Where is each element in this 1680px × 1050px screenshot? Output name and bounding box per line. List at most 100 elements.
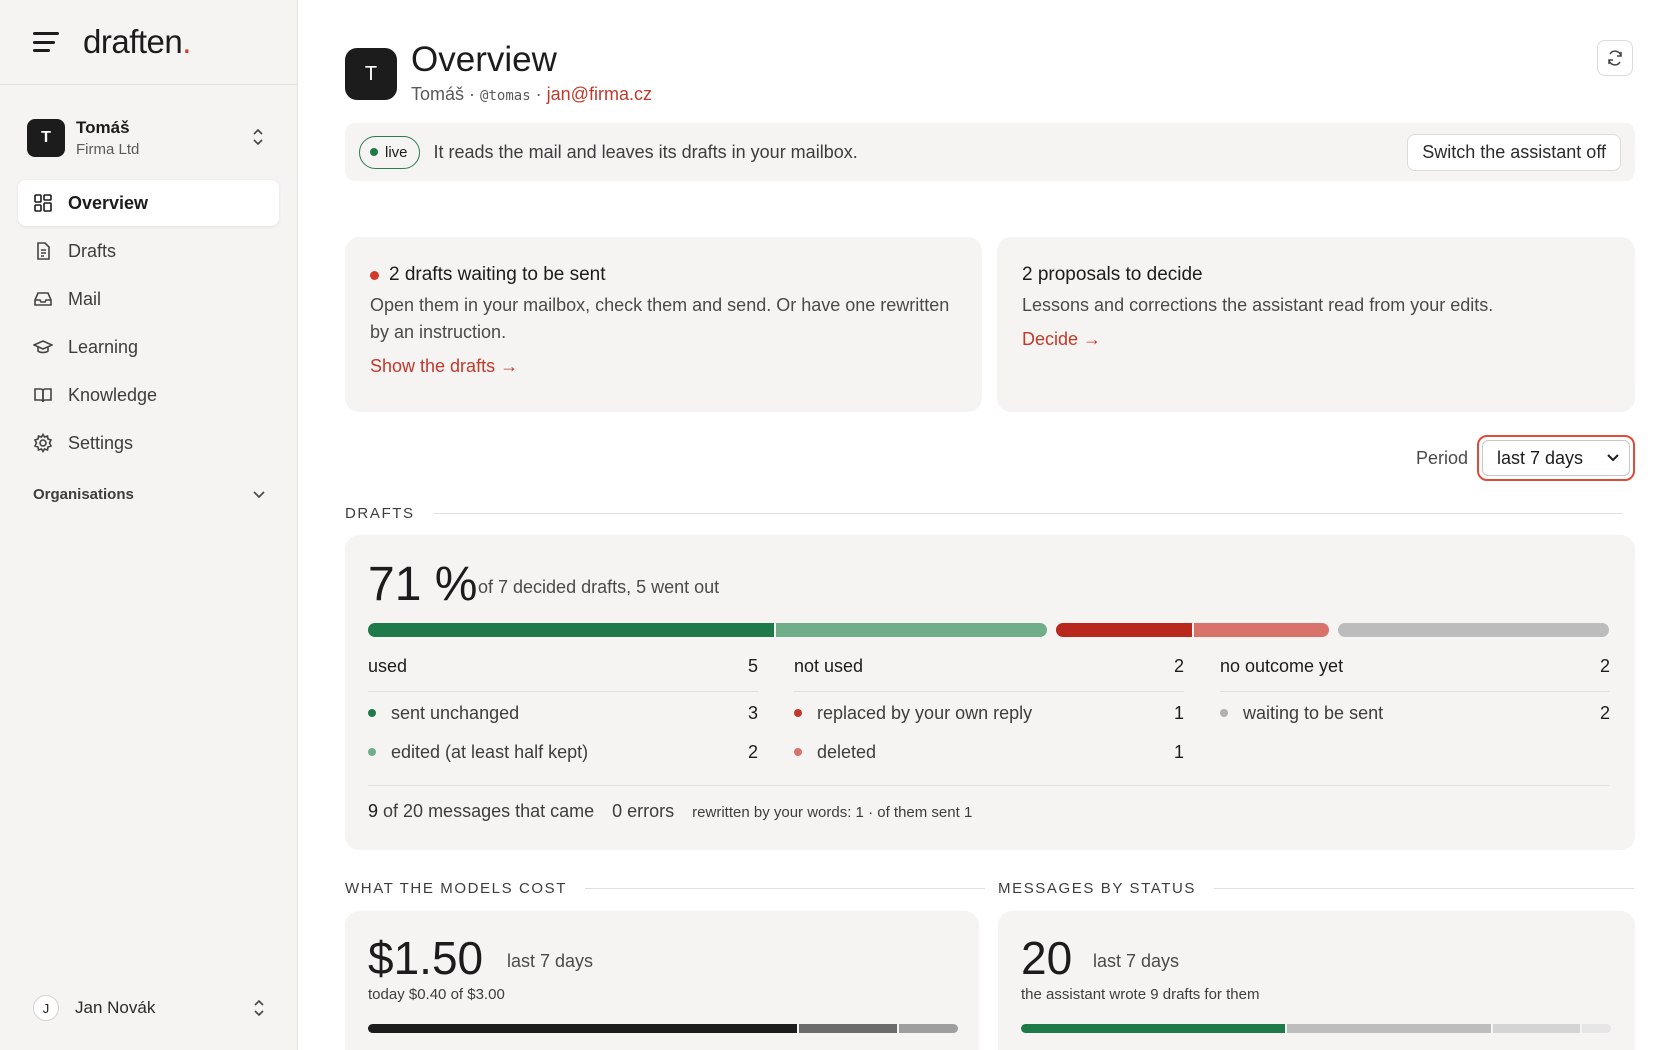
legend-dot [368, 709, 376, 717]
period-filter: Period last 7 days [1416, 435, 1635, 481]
sidebar-item-label: Knowledge [68, 384, 158, 405]
sidebar-item-mail[interactable]: Mail [18, 276, 279, 322]
cost-period: last 7 days [507, 951, 594, 971]
bar-segment [1021, 1024, 1285, 1033]
bar-segment [1493, 1024, 1580, 1033]
profile-email[interactable]: jan@firma.cz [547, 84, 652, 104]
sidebar-item-settings[interactable]: Settings [18, 420, 279, 466]
refresh-button[interactable] [1597, 40, 1633, 76]
brand-bar: draften. [0, 0, 297, 85]
sidebar-nav: Overview Drafts Mail Learning Knowledge … [18, 180, 279, 468]
bar-segment [368, 623, 775, 637]
column-header: used 5 [368, 656, 758, 692]
list-item: deleted 1 [794, 734, 1184, 770]
messages-period: last 7 days [1093, 951, 1180, 971]
column-not-used: not used 2 replaced by your own reply 1 de… [794, 656, 1184, 770]
period-label: Period [1415, 447, 1468, 468]
divider [368, 785, 1609, 786]
card-title: 2 proposals to decide [1022, 264, 1203, 285]
bar-segment [1056, 623, 1192, 637]
account-company: Firma Ltd [76, 140, 140, 158]
bar-segment [798, 1024, 897, 1033]
drafts-waiting-card: 2 drafts waiting to be sent Open them in… [345, 237, 982, 412]
section-label-status: MESSAGES BY STATUS [998, 880, 1635, 897]
inbox-icon [34, 292, 52, 306]
graduation-cap-icon [33, 340, 53, 354]
sidebar: draften. T Tomáš Firma Ltd Overview Draf… [0, 0, 298, 1050]
refresh-icon [1608, 50, 1622, 66]
rewritten-note: rewritten by your words: 1 · of them sen… [692, 804, 973, 821]
banner-text: It reads the mail and leaves its drafts … [433, 141, 858, 162]
drafts-footer: 9 of 20 messages that came 0 errors rewr… [368, 801, 972, 822]
menu-icon[interactable] [33, 32, 59, 52]
bar-segment [1193, 623, 1330, 637]
assistant-status-banner: live It reads the mail and leaves its dr… [345, 123, 1635, 181]
organisations-label: Organisations [33, 486, 134, 503]
bar-segment [1581, 1024, 1611, 1033]
drafts-outcome-bar [368, 623, 1609, 637]
sidebar-item-label: Settings [68, 432, 134, 453]
page-title: Overview [411, 40, 557, 79]
cost-value: $1.50 [368, 932, 484, 984]
user-avatar: J [33, 995, 59, 1021]
cost-bar [368, 1024, 958, 1033]
organisations-toggle[interactable]: Organisations [33, 486, 265, 503]
proposals-card: 2 proposals to decide Lessons and correc… [997, 237, 1635, 412]
user-menu[interactable]: J Jan Novák [33, 993, 265, 1023]
sidebar-item-drafts[interactable]: Drafts [18, 228, 279, 274]
bar-segment [776, 623, 1048, 637]
separator: · [535, 84, 542, 104]
messages-text: of 20 messages that came [383, 801, 595, 821]
period-select-highlight: last 7 days [1477, 435, 1635, 481]
decide-link[interactable]: Decide → [1022, 329, 1101, 350]
legend-dot [794, 748, 802, 756]
logo: draften. [83, 23, 191, 60]
column-no-outcome: no outcome yet 2 waiting to be sent 2 [1220, 656, 1610, 731]
sidebar-item-label: Overview [68, 192, 149, 213]
profile-handle: @tomas [480, 88, 531, 104]
errors-count: 0 errors [612, 801, 675, 821]
section-label-cost: WHAT THE MODELS COST [345, 880, 986, 897]
sidebar-item-knowledge[interactable]: Knowledge [18, 372, 279, 418]
chevron-down-icon [1607, 454, 1619, 462]
bar-segment [1286, 1024, 1491, 1033]
drafts-percent: 71 % [368, 558, 478, 611]
messages-sub: the assistant wrote 9 drafts for them [1021, 986, 1260, 1003]
sidebar-item-label: Drafts [68, 240, 117, 261]
period-selected-value: last 7 days [1497, 447, 1584, 468]
list-item: replaced by your own reply 1 [794, 695, 1184, 731]
sidebar-item-label: Learning [68, 336, 139, 357]
user-name: Jan Novák [75, 998, 156, 1017]
model-cost-card: $1.50 last 7 days today $0.40 of $3.00 [345, 911, 979, 1050]
list-item: edited (at least half kept) 2 [368, 734, 758, 770]
bar-segment [368, 1024, 797, 1033]
status-bar [1021, 1024, 1611, 1033]
column-header: no outcome yet 2 [1220, 656, 1610, 692]
account-switcher[interactable]: T Tomáš Firma Ltd [27, 115, 274, 160]
list-item: sent unchanged 3 [368, 695, 758, 731]
page-header: T Overview Tomáš · @tomas · jan@firma.cz [345, 40, 1635, 110]
messages-value: 20 [1021, 932, 1073, 984]
drafts-percent-note: of 7 decided drafts, 5 went out [478, 577, 720, 597]
card-text: Open them in your mailbox, check them an… [370, 295, 950, 342]
section-label-drafts: DRAFTS [345, 505, 1623, 522]
profile-line: Tomáš · @tomas · jan@firma.cz [411, 84, 652, 105]
list-item: waiting to be sent 2 [1220, 695, 1610, 731]
legend-dot [1220, 709, 1228, 717]
account-name: Tomáš [76, 117, 130, 137]
alert-dot [370, 270, 379, 280]
messages-count: 9 [368, 801, 379, 821]
switch-assistant-off-button[interactable]: Switch the assistant off [1407, 134, 1621, 171]
column-header: not used 2 [794, 656, 1184, 692]
sidebar-item-overview[interactable]: Overview [18, 180, 279, 226]
legend-dot [368, 748, 376, 756]
chevron-down-icon [253, 490, 265, 498]
column-used: used 5 sent unchanged 3 edited (at least h… [368, 656, 758, 770]
status-dot [370, 148, 378, 156]
show-drafts-link[interactable]: Show the drafts → [370, 356, 518, 377]
drafts-stats-card: 71 % of 7 decided drafts, 5 went out use… [345, 535, 1635, 850]
period-select[interactable]: last 7 days [1482, 440, 1630, 476]
live-badge: live [359, 135, 420, 169]
sidebar-item-learning[interactable]: Learning [18, 324, 279, 370]
gear-icon [33, 433, 53, 453]
